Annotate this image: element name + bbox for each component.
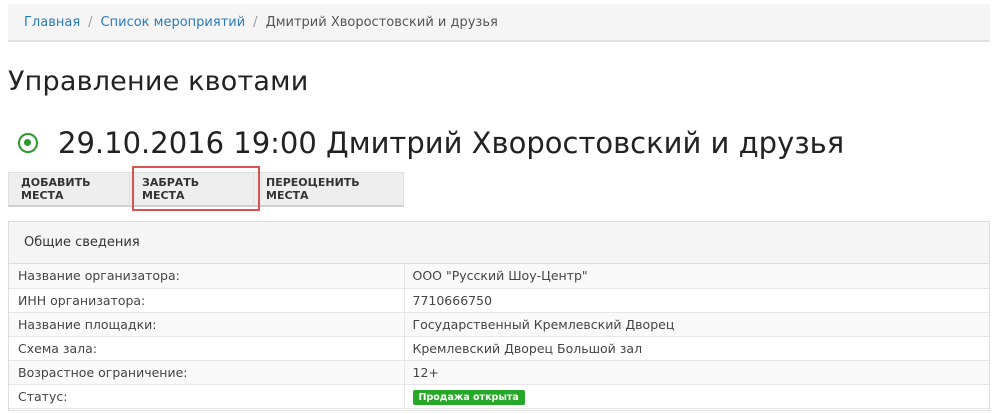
general-info-panel: Общие сведения Название организатора: ОО… bbox=[8, 221, 990, 411]
table-row: Возрастное ограничение: 12+ bbox=[9, 360, 989, 385]
info-table: Название организатора: ООО "Русский Шоу-… bbox=[9, 264, 989, 409]
quota-toolbar: ДОБАВИТЬ МЕСТА ЗАБРАТЬ МЕСТА ПЕРЕОЦЕНИТЬ… bbox=[8, 172, 404, 207]
status-badge: Продажа открыта bbox=[412, 389, 525, 405]
row-key: Название организатора: bbox=[9, 264, 405, 289]
row-value: ООО "Русский Шоу-Центр" bbox=[404, 264, 989, 289]
table-row: ИНН организатора: 7710666750 bbox=[9, 288, 989, 313]
row-value: 12+ bbox=[404, 360, 989, 385]
breadcrumb-current: Дмитрий Хворостовский и друзья bbox=[265, 14, 498, 30]
breadcrumb-separator: / bbox=[88, 14, 93, 30]
row-key: Статус: bbox=[9, 384, 405, 409]
table-row: Статус: Продажа открыта bbox=[9, 384, 989, 409]
table-row: Схема зала: Кремлевский Дворец Большой з… bbox=[9, 336, 989, 361]
row-value: 7710666750 bbox=[404, 288, 989, 313]
page-title: Управление квотами bbox=[8, 66, 309, 97]
breadcrumb-link-events[interactable]: Список мероприятий bbox=[101, 15, 246, 30]
row-key: Схема зала: bbox=[9, 336, 405, 361]
breadcrumb: Главная / Список мероприятий / Дмитрий Х… bbox=[8, 4, 990, 42]
add-seats-button[interactable]: ДОБАВИТЬ МЕСТА bbox=[8, 172, 130, 207]
event-title: 29.10.2016 19:00 Дмитрий Хворостовский и… bbox=[58, 126, 845, 160]
dot-circle-icon bbox=[18, 133, 38, 153]
breadcrumb-link-home[interactable]: Главная bbox=[24, 15, 80, 30]
table-row: Название площадки: Государственный Кремл… bbox=[9, 312, 989, 337]
panel-title: Общие сведения bbox=[9, 222, 989, 264]
table-row: Название организатора: ООО "Русский Шоу-… bbox=[9, 264, 989, 289]
row-key: Возрастное ограничение: bbox=[9, 360, 405, 385]
take-seats-button[interactable]: ЗАБРАТЬ МЕСТА bbox=[130, 172, 254, 207]
row-key: Название площадки: bbox=[9, 312, 405, 337]
reprice-seats-button[interactable]: ПЕРЕОЦЕНИТЬ МЕСТА bbox=[254, 172, 404, 207]
row-value: Государственный Кремлевский Дворец bbox=[404, 312, 989, 337]
breadcrumb-separator: / bbox=[253, 14, 258, 30]
event-heading: 29.10.2016 19:00 Дмитрий Хворостовский и… bbox=[18, 126, 844, 160]
row-value: Кремлевский Дворец Большой зал bbox=[404, 336, 989, 361]
row-key: ИНН организатора: bbox=[9, 288, 405, 313]
row-value: Продажа открыта bbox=[404, 384, 989, 409]
